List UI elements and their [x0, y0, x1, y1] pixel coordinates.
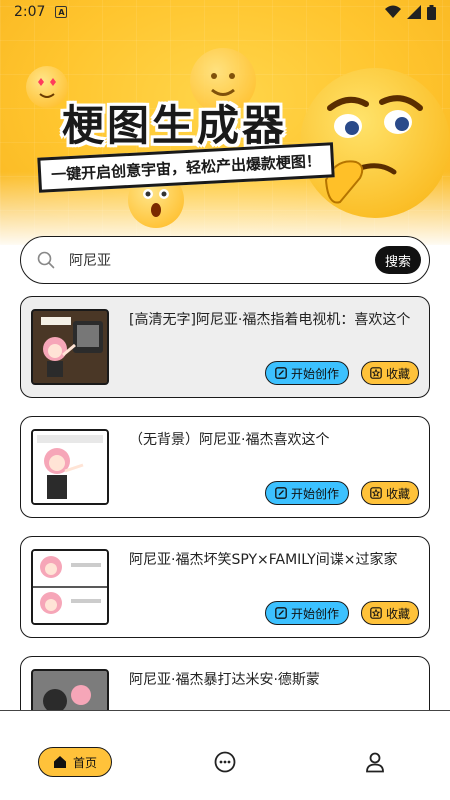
start-create-button[interactable]: 开始创作 [265, 481, 349, 505]
list-item[interactable]: [高清无字]阿尼亚·福杰指着电视机：喜欢这个 开始创作 收藏 [20, 296, 430, 398]
search-button[interactable]: 搜索 [375, 246, 421, 274]
chat-bubble-icon[interactable] [214, 751, 236, 773]
start-create-label: 开始创作 [290, 366, 339, 381]
favorite-button[interactable]: 收藏 [361, 481, 419, 505]
banner-title: 梗图生成器 [62, 101, 288, 150]
item-title: [高清无字]阿尼亚·福杰指着电视机：喜欢这个 [129, 312, 411, 328]
tab-home[interactable]: 首页 [38, 747, 112, 777]
favorite-label: 收藏 [385, 366, 410, 381]
banner-subtitle: 一键开启创意宇宙，轻松产出爆款梗图！ [50, 151, 322, 185]
tab-home-label: 首页 [72, 755, 97, 770]
list-item[interactable]: （无背景）阿尼亚·福杰喜欢这个 开始创作 收藏 [20, 416, 430, 518]
favorite-label: 收藏 [385, 486, 410, 501]
status-time: 2:07 [14, 4, 46, 20]
favorite-button[interactable]: 收藏 [361, 601, 419, 625]
item-title: 阿尼亚·福杰坏笑SPY×FAMILY间谍×过家家 [129, 552, 398, 568]
start-create-button[interactable]: 开始创作 [265, 361, 349, 385]
a-notification-icon: A [55, 6, 68, 18]
item-title: 阿尼亚·福杰暴打达米安·德斯蒙 [129, 672, 320, 688]
bottom-tab-bar: 首页 [0, 710, 450, 800]
star-icon [370, 367, 382, 379]
signal-icon [407, 5, 421, 19]
search-icon [37, 251, 55, 269]
edit-icon [275, 367, 287, 379]
home-icon [53, 756, 66, 768]
favorite-button[interactable]: 收藏 [361, 361, 419, 385]
favorite-label: 收藏 [385, 606, 410, 621]
meme-thumbnail[interactable] [31, 309, 109, 385]
meme-thumbnail[interactable] [31, 429, 109, 505]
list-item[interactable]: 阿尼亚·福杰坏笑SPY×FAMILY间谍×过家家 开始创作 收藏 [20, 536, 430, 638]
star-icon [370, 607, 382, 619]
star-icon [370, 487, 382, 499]
meme-thumbnail[interactable] [31, 549, 109, 625]
item-title: （无背景）阿尼亚·福杰喜欢这个 [129, 432, 330, 448]
status-icons [385, 4, 436, 20]
banner: 梗图生成器 一键开启创意宇宙，轻松产出爆款梗图！ [0, 0, 450, 245]
edit-icon [275, 607, 287, 619]
user-icon[interactable] [364, 751, 386, 773]
status-bar: 2:07 A [0, 0, 450, 24]
start-create-label: 开始创作 [290, 486, 339, 501]
search-bar[interactable]: 阿尼亚 搜索 [20, 236, 430, 284]
search-input[interactable]: 阿尼亚 [69, 250, 375, 270]
start-create-button[interactable]: 开始创作 [265, 601, 349, 625]
wifi-icon [385, 5, 401, 18]
battery-icon [427, 4, 436, 20]
start-create-label: 开始创作 [290, 606, 339, 621]
edit-icon [275, 487, 287, 499]
